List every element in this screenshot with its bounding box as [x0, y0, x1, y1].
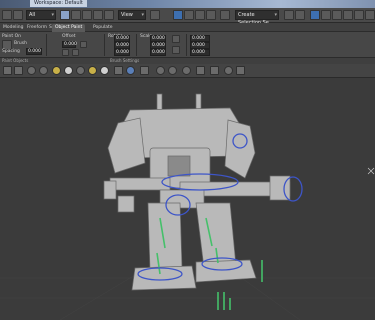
offset-reset-icon[interactable]	[80, 41, 87, 48]
offset-spinner[interactable]: 0.000	[62, 41, 77, 48]
curve-editor-icon[interactable]	[321, 10, 331, 20]
selection-filter-dropdown[interactable]: All	[26, 10, 56, 20]
schematic-view-icon[interactable]	[332, 10, 342, 20]
model-shoulder-left	[107, 117, 146, 174]
angle-snap-icon[interactable]	[184, 10, 194, 20]
camera-icon[interactable]	[76, 66, 85, 75]
helper-icon[interactable]	[156, 66, 165, 75]
rotate-z-spinner[interactable]: 0.000	[114, 49, 130, 56]
lock-icon[interactable]	[39, 66, 48, 75]
spinner-snap-icon[interactable]	[206, 10, 216, 20]
secondary-toolbar	[0, 64, 375, 78]
model-hand-left	[117, 195, 135, 213]
ribbon-tabs: Modeling Freeform Selection Object Paint…	[0, 23, 375, 32]
snap-toggle-icon[interactable]	[173, 10, 183, 20]
undo-icon[interactable]	[14, 66, 23, 75]
workspace-tab[interactable]: Workspace: Default	[30, 0, 87, 7]
pivot-icon[interactable]	[150, 10, 160, 20]
utilities-icon[interactable]	[210, 66, 219, 75]
scale-y-spinner[interactable]: 0.000	[150, 42, 166, 49]
title-bar: Workspace: Default	[0, 0, 375, 8]
group-label-brush-settings: Brush Settings	[110, 58, 140, 63]
spacewarp-icon[interactable]	[168, 66, 177, 75]
model-fist-left	[103, 180, 117, 200]
model-foot-right	[195, 259, 257, 283]
scale-x-spinner[interactable]: 0.000	[150, 35, 166, 42]
ribbon-divider	[136, 34, 137, 56]
move-icon[interactable]	[82, 10, 92, 20]
model-spike-left	[156, 93, 163, 111]
system-icon[interactable]	[182, 66, 191, 75]
redo-icon[interactable]	[13, 10, 23, 20]
material-icon[interactable]	[126, 66, 135, 75]
model-spike-right	[195, 93, 202, 111]
box-icon[interactable]	[114, 66, 123, 75]
layer-explorer-icon[interactable]	[310, 10, 320, 20]
offset-x-spinner[interactable]: 0.000	[190, 35, 210, 42]
flip-icon[interactable]	[72, 49, 79, 56]
align-icon[interactable]	[295, 10, 305, 20]
model-shoulder-right	[224, 119, 256, 179]
random-scale-icon[interactable]	[172, 46, 180, 54]
offset-label: Offset	[62, 34, 76, 39]
edit-named-selection-icon[interactable]	[220, 10, 230, 20]
scale-z-spinner[interactable]: 0.000	[150, 49, 166, 56]
rotate-x-spinner[interactable]: 0.000	[114, 35, 130, 42]
snap-icon[interactable]	[52, 66, 61, 75]
offset-z-spinner[interactable]: 0.000	[190, 49, 210, 56]
named-selection-dropdown[interactable]: Create Selection Se	[235, 10, 279, 26]
motion-icon[interactable]	[236, 66, 245, 75]
brush-label: Brush	[14, 41, 27, 46]
scale-icon[interactable]	[104, 10, 114, 20]
render-icon[interactable]	[365, 10, 375, 20]
paint-on-label: Paint On	[2, 34, 21, 39]
hierarchy-icon[interactable]	[224, 66, 233, 75]
select-object-icon[interactable]	[60, 10, 70, 20]
reference-coordinate-dropdown[interactable]: View	[118, 10, 146, 20]
ribbon-divider	[46, 34, 47, 56]
ribbon-panel: Paint On Brush Spacing 0.000 Offset 0.00…	[0, 32, 375, 58]
model-leg-left	[147, 202, 183, 271]
undo-icon[interactable]	[2, 10, 12, 20]
tab-modeling[interactable]: Modeling	[0, 24, 26, 32]
ribbon-divider	[186, 34, 187, 56]
grid-icon[interactable]	[140, 66, 149, 75]
sphere-icon[interactable]	[100, 66, 109, 75]
tab-object-paint[interactable]: Object Paint	[52, 24, 86, 32]
lock-scale-icon[interactable]	[172, 35, 180, 43]
material-editor-icon[interactable]	[343, 10, 353, 20]
rotate-y-spinner[interactable]: 0.000	[114, 42, 130, 49]
display-icon[interactable]	[196, 66, 205, 75]
ribbon-divider	[104, 34, 105, 56]
model-arm-left	[109, 177, 171, 191]
spacing-spinner[interactable]: 0.000	[26, 48, 42, 55]
main-toolbar: All View Create Selection Se	[0, 8, 375, 26]
model-head	[167, 155, 191, 177]
perspective-viewport[interactable]	[0, 78, 375, 320]
render-setup-icon[interactable]	[354, 10, 364, 20]
offset-y-spinner[interactable]: 0.000	[190, 42, 210, 49]
redo-icon[interactable]	[27, 66, 36, 75]
select-by-name-icon[interactable]	[71, 10, 81, 20]
render-icon[interactable]	[88, 66, 97, 75]
tab-populate[interactable]: Populate	[90, 24, 116, 32]
pivot-marker	[367, 167, 375, 175]
viewport-scene	[0, 93, 375, 320]
spacing-label: Spacing	[2, 49, 20, 54]
select-icon[interactable]	[3, 66, 12, 75]
group-label-paint-objects: Paint Objects	[2, 58, 29, 63]
rotate-icon[interactable]	[93, 10, 103, 20]
percent-snap-icon[interactable]	[195, 10, 205, 20]
mirror-icon[interactable]	[284, 10, 294, 20]
light-icon[interactable]	[64, 66, 73, 75]
align-normal-icon[interactable]	[62, 49, 69, 56]
